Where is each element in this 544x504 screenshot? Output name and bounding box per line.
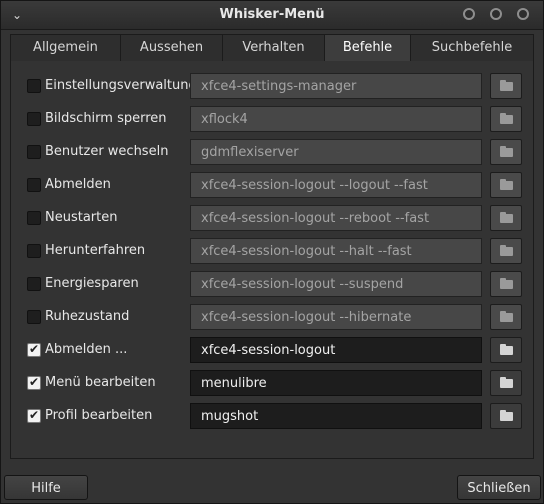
- browse-button[interactable]: [490, 238, 522, 264]
- folder-icon: [500, 113, 513, 124]
- command-checkbox[interactable]: [27, 342, 41, 357]
- close-window-button[interactable]: [517, 8, 529, 20]
- folder-icon: [500, 146, 513, 157]
- command-checkbox[interactable]: [27, 277, 41, 291]
- command-label[interactable]: Ruhezustand: [45, 303, 129, 331]
- command-row: Neustarten xfce4-session-logout --reboot …: [27, 204, 523, 232]
- tab-befehle[interactable]: Befehle: [325, 35, 411, 61]
- title-bar: ⌄ Whisker-Menü: [1, 1, 543, 30]
- command-input[interactable]: xfce4-settings-manager: [190, 73, 482, 99]
- command-checkbox[interactable]: [27, 145, 41, 159]
- command-row: Menü bearbeiten menulibre: [27, 369, 523, 397]
- command-label[interactable]: Abmelden: [45, 171, 111, 199]
- command-checkbox[interactable]: [27, 408, 41, 423]
- browse-button[interactable]: [490, 205, 522, 231]
- maximize-button[interactable]: [490, 8, 502, 20]
- help-button[interactable]: Hilfe: [4, 475, 88, 500]
- command-checkbox[interactable]: [27, 178, 41, 192]
- browse-button[interactable]: [490, 403, 522, 429]
- command-label[interactable]: Menü bearbeiten: [45, 369, 156, 397]
- folder-icon: [500, 344, 513, 355]
- folder-icon: [500, 179, 513, 190]
- browse-button[interactable]: [490, 73, 522, 99]
- folder-icon: [500, 245, 513, 256]
- command-label[interactable]: Abmelden ...: [45, 336, 127, 364]
- command-row: Herunterfahren xfce4-session-logout --hal…: [27, 237, 523, 265]
- folder-icon: [500, 212, 513, 223]
- command-checkbox[interactable]: [27, 112, 41, 126]
- command-label[interactable]: Benutzer wechseln: [45, 138, 168, 166]
- minimize-button[interactable]: [463, 8, 475, 20]
- browse-button[interactable]: [490, 106, 522, 132]
- browse-button[interactable]: [490, 172, 522, 198]
- command-label[interactable]: Bildschirm sperren: [45, 105, 167, 133]
- browse-button[interactable]: [490, 139, 522, 165]
- command-row: Abmelden ... xfce4-session-logout: [27, 336, 523, 364]
- tab-bar: Allgemein Aussehen Verhalten Befehle Suc…: [10, 34, 534, 62]
- command-input[interactable]: mugshot: [190, 403, 482, 429]
- folder-icon: [500, 410, 513, 421]
- folder-icon: [500, 311, 513, 322]
- command-input[interactable]: xfce4-session-logout --suspend: [190, 271, 482, 297]
- command-label[interactable]: Herunterfahren: [45, 237, 145, 265]
- command-row: Bildschirm sperren xflock4: [27, 105, 523, 133]
- command-row: Abmelden xfce4-session-logout --logout --…: [27, 171, 523, 199]
- tab-aussehen[interactable]: Aussehen: [121, 35, 223, 61]
- command-checkbox[interactable]: [27, 244, 41, 258]
- command-row: Energiesparen xfce4-session-logout --susp…: [27, 270, 523, 298]
- command-input[interactable]: xfce4-session-logout --reboot --fast: [190, 205, 482, 231]
- whisker-menu-settings-window: ⌄ Whisker-Menü Allgemein Aussehen Verhal…: [0, 0, 544, 504]
- tab-allgemein[interactable]: Allgemein: [11, 35, 121, 61]
- folder-icon: [500, 377, 513, 388]
- folder-icon: [500, 278, 513, 289]
- close-button[interactable]: Schließen: [457, 475, 541, 500]
- command-input[interactable]: gdmflexiserver: [190, 139, 482, 165]
- command-row: Ruhezustand xfce4-session-logout --hibern…: [27, 303, 523, 331]
- command-row: Benutzer wechseln gdmflexiserver: [27, 138, 523, 166]
- command-checkbox[interactable]: [27, 310, 41, 324]
- tab-verhalten[interactable]: Verhalten: [223, 35, 325, 61]
- command-input[interactable]: xfce4-session-logout --hibernate: [190, 304, 482, 330]
- browse-button[interactable]: [490, 337, 522, 363]
- tab-suchbefehle[interactable]: Suchbefehle: [411, 35, 533, 61]
- command-label[interactable]: Profil bearbeiten: [45, 402, 152, 430]
- command-label[interactable]: Energiesparen: [45, 270, 139, 298]
- command-label[interactable]: Einstellungsverwaltung: [45, 72, 197, 100]
- command-input[interactable]: xfce4-session-logout --halt --fast: [190, 238, 482, 264]
- folder-icon: [500, 80, 513, 91]
- command-row: Profil bearbeiten mugshot: [27, 402, 523, 430]
- command-label[interactable]: Neustarten: [45, 204, 117, 232]
- command-checkbox[interactable]: [27, 211, 41, 225]
- command-checkbox[interactable]: [27, 79, 41, 93]
- browse-button[interactable]: [490, 271, 522, 297]
- command-input[interactable]: xflock4: [190, 106, 482, 132]
- command-input[interactable]: xfce4-session-logout --logout --fast: [190, 172, 482, 198]
- command-row: Einstellungsverwaltung xfce4-settings-man…: [27, 72, 523, 100]
- window-title: Whisker-Menü: [219, 7, 325, 22]
- command-input[interactable]: xfce4-session-logout: [190, 337, 482, 363]
- browse-button[interactable]: [490, 304, 522, 330]
- command-checkbox[interactable]: [27, 375, 41, 390]
- browse-button[interactable]: [490, 370, 522, 396]
- command-input[interactable]: menulibre: [190, 370, 482, 396]
